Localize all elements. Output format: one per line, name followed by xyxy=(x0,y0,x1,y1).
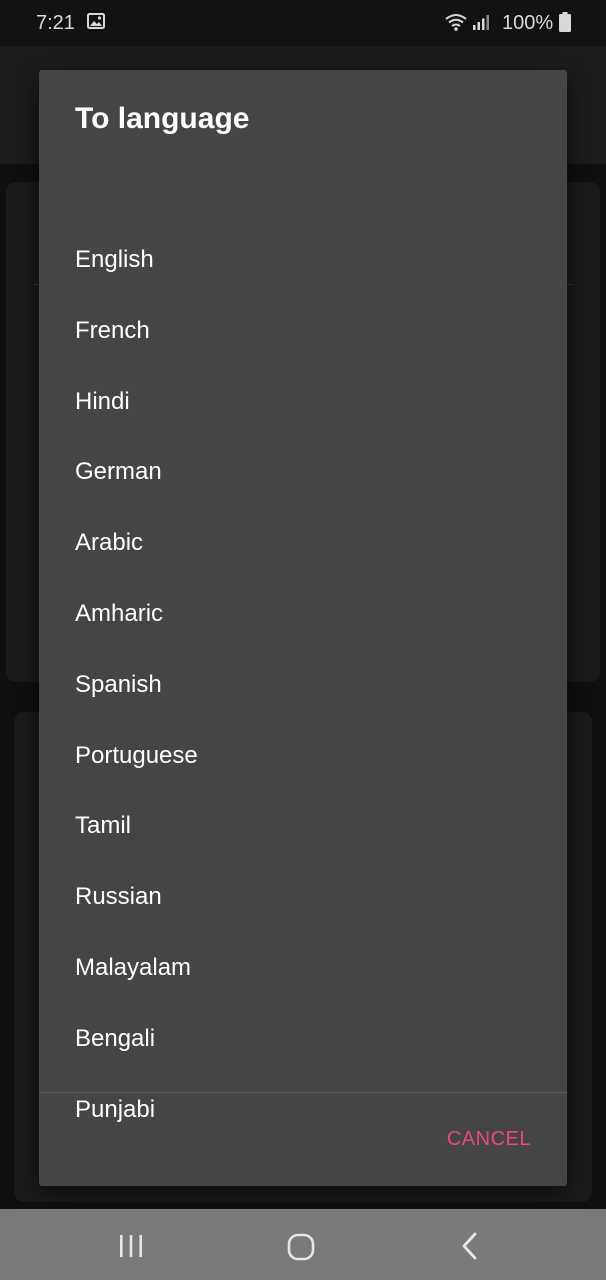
language-option[interactable]: English xyxy=(39,225,567,296)
status-bar: 7:21 100% xyxy=(0,0,606,46)
home-icon[interactable] xyxy=(287,1233,315,1261)
language-option-list: English French Hindi German Arabic Amhar… xyxy=(39,225,567,1145)
wifi-icon xyxy=(445,14,467,31)
language-option[interactable]: Bengali xyxy=(39,1004,567,1075)
language-option[interactable]: French xyxy=(39,296,567,367)
gallery-icon xyxy=(87,13,105,29)
language-option[interactable]: Tamil xyxy=(39,791,567,862)
battery-icon xyxy=(559,12,571,32)
dialog-title: To language xyxy=(75,102,250,135)
language-option[interactable]: Malayalam xyxy=(39,933,567,1004)
signal-icon xyxy=(473,15,489,30)
language-option[interactable]: Amharic xyxy=(39,579,567,650)
back-icon[interactable] xyxy=(460,1231,480,1261)
language-dialog: To language English French Hindi German … xyxy=(39,70,567,1186)
navigation-bar xyxy=(0,1209,606,1280)
battery-percentage: 100% xyxy=(502,12,554,34)
language-option[interactable]: German xyxy=(39,437,567,508)
language-option[interactable]: Russian xyxy=(39,862,567,933)
dialog-divider xyxy=(39,1092,567,1093)
language-option[interactable]: Portuguese xyxy=(39,721,567,792)
status-time: 7:21 xyxy=(36,12,75,34)
recents-icon[interactable] xyxy=(118,1234,144,1258)
language-option[interactable]: Spanish xyxy=(39,650,567,721)
language-option[interactable]: Arabic xyxy=(39,508,567,579)
language-option[interactable]: Hindi xyxy=(39,367,567,438)
cancel-button[interactable]: CANCEL xyxy=(447,1128,531,1151)
screen: 7:21 100% To language English French Hin… xyxy=(0,0,606,1280)
